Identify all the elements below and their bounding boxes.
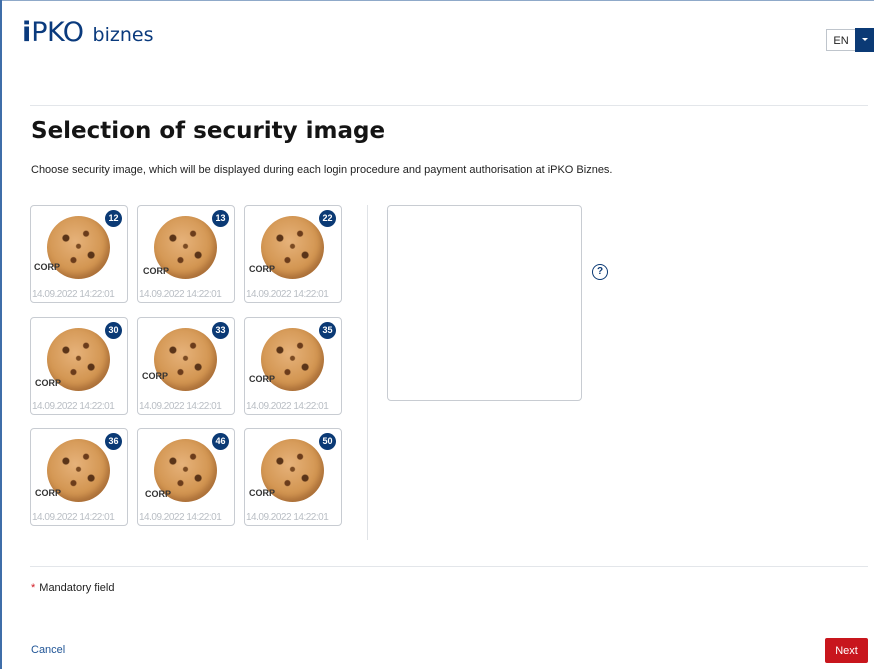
logo-i: i (22, 17, 32, 48)
image-timestamp: 14.09.2022 14:22:01 (139, 401, 222, 412)
logo-pko: PKO (31, 17, 84, 48)
image-number-badge: 13 (212, 210, 229, 227)
image-timestamp: 14.09.2022 14:22:01 (246, 512, 329, 523)
required-asterisk: * (31, 582, 36, 594)
ipko-biznes-logo: i PKO biznes (22, 19, 153, 46)
security-image-tile[interactable]: 36 CORP 14.09.2022 14:22:01 (30, 428, 128, 526)
image-timestamp: 14.09.2022 14:22:01 (139, 289, 222, 300)
security-image-tile[interactable]: 50 CORP 14.09.2022 14:22:01 (244, 428, 342, 526)
selected-image-preview (387, 205, 582, 401)
security-image-tile[interactable]: 46 CORP 14.09.2022 14:22:01 (137, 428, 235, 526)
image-timestamp: 14.09.2022 14:22:01 (246, 401, 329, 412)
image-number-badge: 35 (319, 322, 336, 339)
mandatory-field-text: Mandatory field (39, 582, 115, 594)
security-image-tile[interactable]: 35 CORP 14.09.2022 14:22:01 (244, 317, 342, 415)
image-number-badge: 36 (105, 433, 122, 450)
header-divider (30, 105, 868, 106)
image-number-badge: 22 (319, 210, 336, 227)
language-selector[interactable]: EN (826, 28, 874, 52)
image-number-badge: 33 (212, 322, 229, 339)
image-timestamp: 14.09.2022 14:22:01 (32, 289, 115, 300)
chevron-down-icon[interactable] (855, 28, 874, 52)
security-image-tile[interactable]: 13 CORP 14.09.2022 14:22:01 (137, 205, 235, 303)
security-image-tile[interactable]: 12 CORP 14.09.2022 14:22:01 (30, 205, 128, 303)
corp-label: CORP (35, 378, 62, 388)
corp-label: CORP (145, 489, 172, 499)
mandatory-field-note: * Mandatory field (31, 582, 115, 594)
logo-biznes: biznes (92, 24, 154, 46)
image-number-badge: 30 (105, 322, 122, 339)
corp-label: CORP (249, 264, 276, 274)
window-left-border (0, 0, 2, 669)
image-timestamp: 14.09.2022 14:22:01 (246, 289, 329, 300)
corp-label: CORP (143, 266, 170, 276)
next-button[interactable]: Next (825, 638, 868, 663)
security-image-grid: 12 CORP 14.09.2022 14:22:01 13 CORP 14.0… (30, 205, 350, 535)
corp-label: CORP (35, 488, 62, 498)
page-title: Selection of security image (31, 118, 386, 144)
language-value[interactable]: EN (826, 29, 855, 51)
cancel-link[interactable]: Cancel (31, 644, 65, 656)
cookie-image (154, 328, 217, 391)
security-image-tile[interactable]: 30 CORP 14.09.2022 14:22:01 (30, 317, 128, 415)
help-icon[interactable]: ? (592, 264, 608, 280)
security-image-tile[interactable]: 33 CORP 14.09.2022 14:22:01 (137, 317, 235, 415)
corp-label: CORP (34, 262, 61, 272)
corp-label: CORP (249, 374, 276, 384)
image-timestamp: 14.09.2022 14:22:01 (32, 401, 115, 412)
image-number-badge: 46 (212, 433, 229, 450)
column-divider (367, 205, 368, 540)
security-image-tile[interactable]: 22 CORP 14.09.2022 14:22:01 (244, 205, 342, 303)
corp-label: CORP (249, 488, 276, 498)
image-timestamp: 14.09.2022 14:22:01 (32, 512, 115, 523)
image-number-badge: 50 (319, 433, 336, 450)
page-description: Choose security image, which will be dis… (31, 164, 613, 176)
corp-label: CORP (142, 371, 169, 381)
footer-divider (30, 566, 868, 567)
window-top-border (0, 0, 874, 1)
image-number-badge: 12 (105, 210, 122, 227)
image-timestamp: 14.09.2022 14:22:01 (139, 512, 222, 523)
